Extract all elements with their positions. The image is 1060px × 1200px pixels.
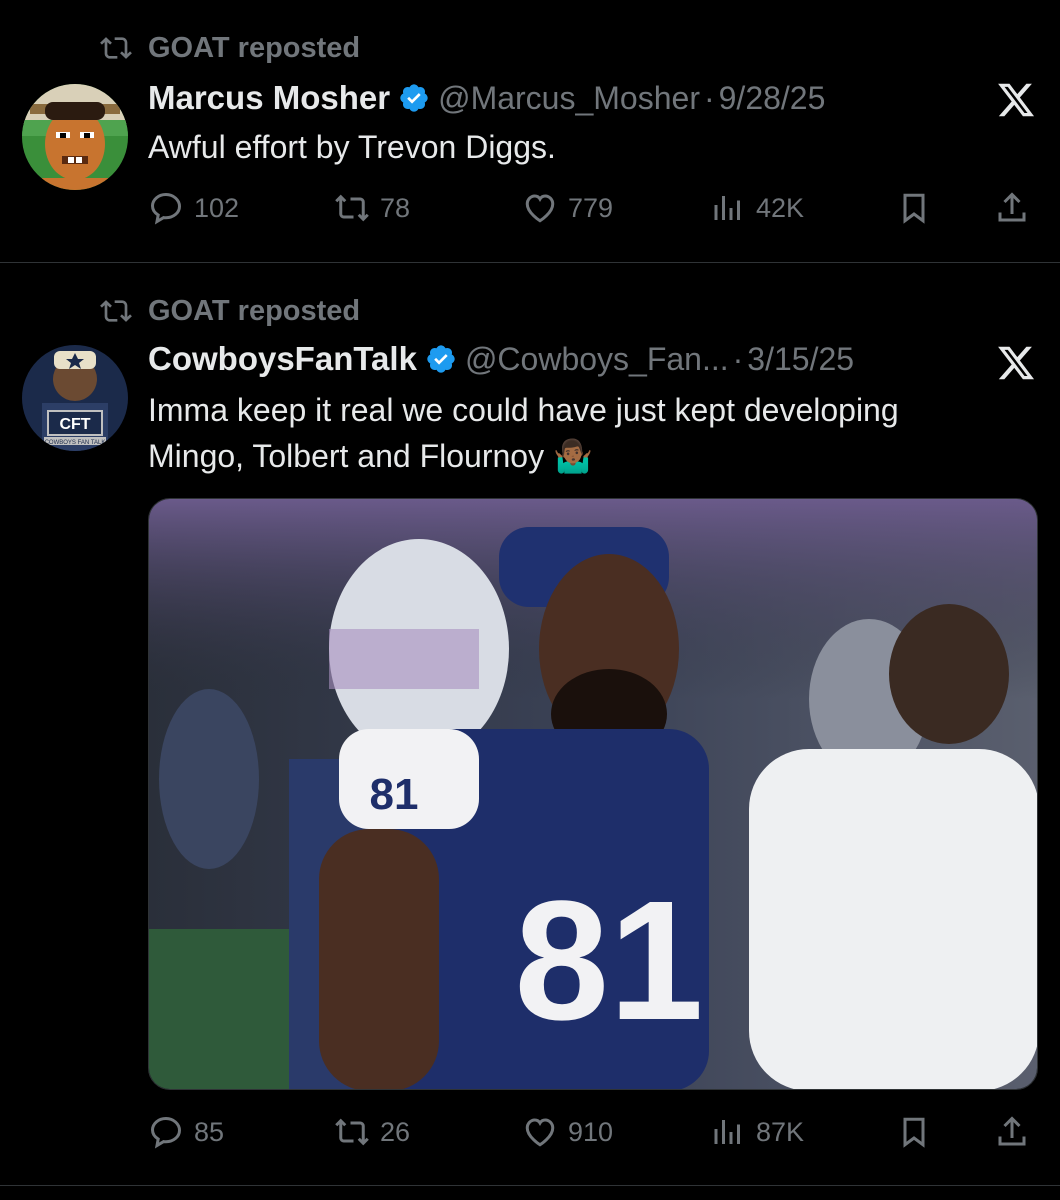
reply-icon: [150, 192, 182, 225]
reply-icon: [150, 1116, 182, 1149]
repost-icon: [335, 1118, 369, 1146]
user-handle[interactable]: @Marcus_Mosher: [438, 80, 700, 117]
reply-button[interactable]: 102: [148, 190, 239, 226]
repost-button[interactable]: 78: [334, 190, 410, 226]
like-count: 910: [568, 1116, 614, 1147]
bookmark-button[interactable]: [896, 190, 942, 226]
tweet-card[interactable]: GOAT reposted Marcus Mosher @Marcus_Mosh…: [0, 0, 1060, 263]
repost-icon: [100, 300, 132, 322]
heart-icon: [525, 1118, 555, 1147]
tweet-card[interactable]: GOAT reposted CFT COWBOYS FAN TALK Cowbo…: [0, 263, 1060, 1186]
separator-dot: ·: [732, 340, 744, 377]
share-icon: [998, 192, 1026, 222]
display-name[interactable]: CowboysFanTalk: [148, 340, 417, 378]
user-handle[interactable]: @Cowboys_Fan...: [465, 341, 729, 378]
post-date[interactable]: 9/28/25: [719, 80, 826, 117]
like-button[interactable]: 779: [522, 190, 613, 226]
tweet-text: Awful effort by Trevon Diggs.: [148, 129, 556, 165]
x-logo-icon[interactable]: [996, 343, 1036, 383]
display-name[interactable]: Marcus Mosher: [148, 79, 390, 117]
tweet-text-line: Imma keep it real we could have just kep…: [148, 392, 899, 428]
heart-icon: [525, 194, 555, 223]
repost-label: GOAT reposted: [148, 294, 361, 327]
verified-badge-icon: [400, 84, 428, 112]
action-bar: 85 26 910 87K: [148, 1114, 1036, 1154]
avatar[interactable]: [22, 84, 128, 190]
bookmark-icon: [903, 193, 925, 224]
tweet-header: CowboysFanTalk @Cowboys_Fan... · 3/15/25: [148, 337, 854, 381]
repost-button[interactable]: 26: [334, 1114, 410, 1150]
reply-button[interactable]: 85: [148, 1114, 224, 1150]
verified-badge-icon: [427, 345, 455, 373]
separator-dot: ·: [703, 79, 715, 116]
action-bar: 102 78 779 42K: [148, 190, 1036, 230]
like-count: 779: [568, 192, 614, 223]
repost-count: 78: [380, 192, 411, 223]
views-icon: [714, 1120, 740, 1144]
repost-indicator: GOAT reposted: [100, 293, 360, 329]
jersey-number: 81: [514, 866, 703, 1056]
tweet-text-line: Mingo, Tolbert and Flournoy 🤷🏾‍♂️: [148, 438, 593, 474]
avatar[interactable]: CFT COWBOYS FAN TALK: [22, 345, 128, 451]
repost-label: GOAT reposted: [148, 31, 361, 64]
bookmark-icon: [903, 1117, 925, 1148]
jersey-number-sleeve: 81: [370, 770, 419, 819]
repost-icon: [335, 194, 369, 222]
views-icon: [714, 196, 740, 220]
x-logo-icon[interactable]: [996, 80, 1036, 120]
tweet-media-image[interactable]: 81 81: [148, 498, 1038, 1090]
share-icon: [998, 1116, 1026, 1146]
like-button[interactable]: 910: [522, 1114, 613, 1150]
tweet-text: Imma keep it real we could have just kep…: [148, 387, 1020, 479]
share-button[interactable]: [994, 190, 1040, 226]
repost-icon: [100, 37, 132, 59]
bookmark-button[interactable]: [896, 1114, 942, 1150]
tweet-header: Marcus Mosher @Marcus_Mosher · 9/28/25: [148, 76, 825, 120]
repost-indicator: GOAT reposted: [100, 30, 360, 66]
repost-count: 26: [380, 1116, 411, 1147]
views-button[interactable]: 87K: [710, 1114, 804, 1150]
view-count: 87K: [756, 1116, 805, 1147]
share-button[interactable]: [994, 1114, 1040, 1150]
avatar-label: CFT: [59, 416, 90, 433]
reply-count: 102: [194, 192, 240, 223]
player-photo: 81 81: [149, 499, 1037, 1089]
views-button[interactable]: 42K: [710, 190, 804, 226]
view-count: 42K: [756, 192, 805, 223]
avatar-sublabel: COWBOYS FAN TALK: [45, 440, 106, 446]
reply-count: 85: [194, 1116, 225, 1147]
post-date[interactable]: 3/15/25: [747, 341, 854, 378]
